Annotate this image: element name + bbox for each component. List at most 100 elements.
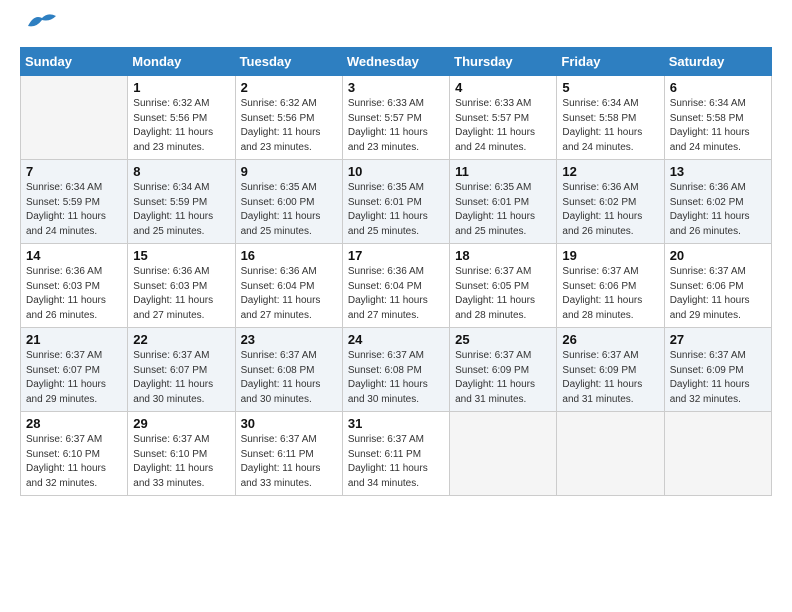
calendar-day-cell: 19 Sunrise: 6:37 AMSunset: 6:06 PMDayligh…: [557, 244, 664, 328]
daylight-label: Daylight: 11 hours and 24 minutes.: [26, 211, 106, 237]
calendar-week-row: 1Sunrise: 6:32 AMSunset: 5:56 PMDaylight…: [21, 76, 772, 160]
daylight-label: Daylight: 11 hours and 31 minutes.: [455, 379, 535, 405]
daylight-label: Daylight: 11 hours and 27 minutes.: [348, 295, 428, 321]
daylight-label: Daylight: 11 hours and 25 minutes.: [133, 211, 213, 237]
day-info: Sunrise: 6:37 AMSunset: 6:06 PMDaylight:…: [562, 265, 658, 323]
sunset-label: Sunset: 6:09 PM: [562, 365, 636, 376]
daylight-label: Daylight: 11 hours and 33 minutes.: [241, 463, 321, 489]
day-info: Sunrise: 6:37 AM Sunset: 6:09 PM Daylight:…: [455, 349, 551, 407]
daylight-label: Daylight: 11 hours and 31 minutes.: [562, 379, 642, 405]
sunrise-label: Sunrise: 6:36 AM: [348, 266, 424, 277]
day-info: Sunrise: 6:37 AMSunset: 6:06 PMDaylight:…: [670, 265, 766, 323]
calendar-day-cell: 28Sunrise: 6:37 AMSunset: 6:10 PMDayligh…: [21, 412, 128, 496]
calendar-day-cell: 1Sunrise: 6:32 AMSunset: 5:56 PMDaylight…: [128, 76, 235, 160]
calendar-day-cell: 11Sunrise: 6:35 AMSunset: 6:01 PMDayligh…: [450, 160, 557, 244]
calendar-day-cell: 25Sunrise: 6:37 AMSunset: 6:09 PMDayligh…: [450, 328, 557, 412]
calendar-day-cell: 16Sunrise: 6:36 AMSunset: 6:04 PMDayligh…: [235, 244, 342, 328]
calendar-day-cell: [664, 412, 771, 496]
sunrise-label: Sunrise: 6:37 AM: [562, 350, 638, 361]
day-number: 18: [455, 248, 551, 263]
sunset-label: Sunset: 5:58 PM: [562, 113, 636, 124]
daylight-label: Daylight: 11 hours and 25 minutes.: [348, 211, 428, 237]
sunrise-label: Sunrise: 6:37 AM: [455, 350, 531, 361]
day-number: 3: [348, 80, 444, 95]
day-number: 31: [348, 416, 444, 431]
sunrise-label: Sunrise: 6:32 AM: [133, 98, 209, 109]
sunset-label: Sunset: 6:02 PM: [562, 197, 636, 208]
daylight-label: Daylight: 11 hours and 26 minutes.: [562, 211, 642, 237]
daylight-label: Daylight: 11 hours and 26 minutes.: [670, 211, 750, 237]
daylight-label: Daylight: 11 hours and 29 minutes.: [26, 379, 106, 405]
sunset-label: Sunset: 6:09 PM: [455, 365, 529, 376]
page: SundayMondayTuesdayWednesdayThursdayFrid…: [0, 0, 792, 612]
day-number: 26: [562, 332, 658, 347]
day-info: Sunrise: 6:37 AMSunset: 6:10 PMDaylight:…: [133, 433, 229, 491]
calendar-day-cell: 4Sunrise: 6:33 AMSunset: 5:57 PMDaylight…: [450, 76, 557, 160]
daylight-label: Daylight: 11 hours and 24 minutes.: [455, 127, 535, 153]
day-info: Sunrise: 6:33 AMSunset: 5:57 PMDaylight:…: [348, 97, 444, 155]
calendar-body: 1Sunrise: 6:32 AMSunset: 5:56 PMDaylight…: [21, 76, 772, 496]
day-info: Sunrise: 6:35 AMSunset: 6:00 PMDaylight:…: [241, 181, 337, 239]
calendar-day-cell: 26 Sunrise: 6:37 AM Sunset: 6:09 PM Dayligh…: [557, 328, 664, 412]
calendar-week-row: 7Sunrise: 6:34 AMSunset: 5:59 PMDaylight…: [21, 160, 772, 244]
daylight-label: Daylight: 11 hours and 28 minutes.: [455, 295, 535, 321]
day-info: Sunrise: 6:37 AMSunset: 6:07 PMDaylight:…: [133, 349, 229, 407]
day-info: Sunrise: 6:36 AMSunset: 6:02 PMDaylight:…: [562, 181, 658, 239]
daylight-label: Daylight: 11 hours and 34 minutes.: [348, 463, 428, 489]
calendar-day-cell: [557, 412, 664, 496]
calendar-day-cell: 27Sunrise: 6:37 AMSunset: 6:09 PMDayligh…: [664, 328, 771, 412]
day-info: Sunrise: 6:37 AMSunset: 6:11 PMDaylight:…: [241, 433, 337, 491]
day-info: Sunrise: 6:36 AMSunset: 6:02 PMDaylight:…: [670, 181, 766, 239]
calendar-day-cell: 18 Sunrise: 6:37 AMSunset: 6:05 PMDayligh…: [450, 244, 557, 328]
day-info: Sunrise: 6:34 AMSunset: 5:58 PMDaylight:…: [562, 97, 658, 155]
header: [20, 16, 772, 37]
sunrise-label: Sunrise: 6:34 AM: [26, 182, 102, 193]
sunset-label: Sunset: 6:03 PM: [133, 281, 207, 292]
calendar-day-cell: 3 Sunrise: 6:33 AMSunset: 5:57 PMDaylight…: [342, 76, 449, 160]
sunrise-label: Sunrise: 6:37 AM: [348, 434, 424, 445]
sunset-label: Sunset: 5:57 PM: [348, 113, 422, 124]
sunrise-label: Sunrise: 6:34 AM: [670, 98, 746, 109]
day-info: Sunrise: 6:32 AMSunset: 5:56 PMDaylight:…: [241, 97, 337, 155]
day-info: Sunrise: 6:37 AMSunset: 6:08 PMDaylight:…: [241, 349, 337, 407]
sunset-label: Sunset: 6:04 PM: [348, 281, 422, 292]
day-number: 6: [670, 80, 766, 95]
daylight-label: Daylight: 11 hours and 27 minutes.: [241, 295, 321, 321]
day-number: 10: [348, 164, 444, 179]
day-number: 29: [133, 416, 229, 431]
calendar-header-row: SundayMondayTuesdayWednesdayThursdayFrid…: [21, 48, 772, 76]
day-info: Sunrise: 6:36 AM Sunset: 6:04 PM Daylight:…: [348, 265, 444, 323]
day-info: Sunrise: 6:37 AMSunset: 6:07 PMDaylight:…: [26, 349, 122, 407]
daylight-label: Daylight: 11 hours and 23 minutes.: [348, 127, 428, 153]
daylight-label: Daylight: 11 hours and 32 minutes.: [670, 379, 750, 405]
sunrise-label: Sunrise: 6:37 AM: [241, 434, 317, 445]
day-number: 19: [562, 248, 658, 263]
sunrise-label: Sunrise: 6:36 AM: [133, 266, 209, 277]
day-info: Sunrise: 6:32 AMSunset: 5:56 PMDaylight:…: [133, 97, 229, 155]
calendar-day-cell: 10Sunrise: 6:35 AMSunset: 6:01 PMDayligh…: [342, 160, 449, 244]
sunset-label: Sunset: 6:08 PM: [241, 365, 315, 376]
day-number: 12: [562, 164, 658, 179]
day-info: Sunrise: 6:37 AMSunset: 6:09 PMDaylight:…: [670, 349, 766, 407]
sunset-label: Sunset: 6:04 PM: [241, 281, 315, 292]
calendar-day-cell: 20Sunrise: 6:37 AMSunset: 6:06 PMDayligh…: [664, 244, 771, 328]
sunset-label: Sunset: 5:59 PM: [133, 197, 207, 208]
day-number: 8: [133, 164, 229, 179]
sunset-label: Sunset: 6:10 PM: [133, 449, 207, 460]
weekday-header-wednesday: Wednesday: [342, 48, 449, 76]
daylight-label: Daylight: 11 hours and 24 minutes.: [562, 127, 642, 153]
sunset-label: Sunset: 5:57 PM: [455, 113, 529, 124]
sunrise-label: Sunrise: 6:36 AM: [26, 266, 102, 277]
calendar-day-cell: 8 Sunrise: 6:34 AMSunset: 5:59 PMDaylight…: [128, 160, 235, 244]
day-info: Sunrise: 6:36 AMSunset: 6:03 PMDaylight:…: [26, 265, 122, 323]
day-number: 17: [348, 248, 444, 263]
calendar-table: SundayMondayTuesdayWednesdayThursdayFrid…: [20, 47, 772, 496]
weekday-header-saturday: Saturday: [664, 48, 771, 76]
day-number: 28: [26, 416, 122, 431]
day-info: Sunrise: 6:34 AMSunset: 5:59 PMDaylight:…: [133, 181, 229, 239]
day-info: Sunrise: 6:37 AMSunset: 6:05 PMDaylight:…: [455, 265, 551, 323]
calendar-day-cell: 2Sunrise: 6:32 AMSunset: 5:56 PMDaylight…: [235, 76, 342, 160]
calendar-day-cell: [450, 412, 557, 496]
day-number: 9: [241, 164, 337, 179]
sunset-label: Sunset: 6:07 PM: [133, 365, 207, 376]
